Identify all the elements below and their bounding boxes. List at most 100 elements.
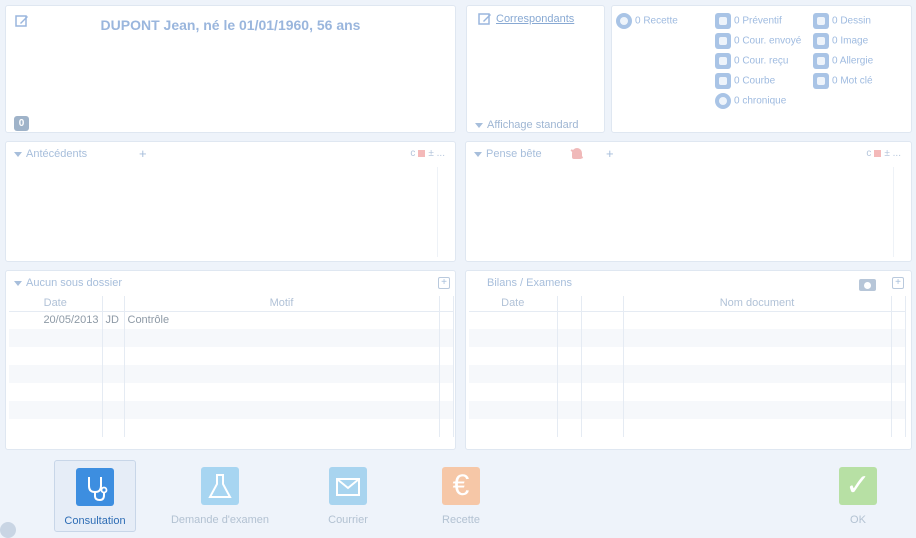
- sub-folder-selector[interactable]: Aucun sous dossier: [6, 271, 455, 295]
- red-flag-icon[interactable]: [418, 149, 426, 157]
- correspondants-panel: Correspondants Affichage standard: [466, 5, 605, 133]
- pense-bete-tools: c ± ...: [866, 148, 901, 159]
- correspondants-link[interactable]: Correspondants: [478, 13, 574, 25]
- count-recette-label: 0 Recette: [635, 15, 678, 27]
- column-header-date[interactable]: Date: [469, 296, 558, 312]
- count-recette[interactable]: 0 Recette: [616, 13, 678, 31]
- column-header-blank[interactable]: [557, 296, 582, 312]
- display-mode-selector[interactable]: Affichage standard: [475, 119, 579, 131]
- attachment-counter-badge[interactable]: 0: [14, 116, 29, 131]
- drawing-icon: [813, 13, 829, 29]
- consultation-button[interactable]: Consultation: [54, 460, 136, 532]
- cell-date: 20/05/2013: [9, 311, 103, 329]
- add-antecedent-button[interactable]: +: [139, 146, 147, 161]
- add-document-button[interactable]: +: [892, 277, 904, 289]
- recette-icon: [616, 13, 632, 29]
- count-chronique-label: 0 chronique: [734, 95, 787, 107]
- pense-bete-scrollbar[interactable]: [893, 167, 907, 257]
- demande-examen-label: Demande d'examen: [170, 514, 270, 526]
- count-courbe-label: 0 Courbe: [734, 75, 776, 87]
- cell-spacer: [439, 311, 454, 329]
- count-courbe[interactable]: 0 Courbe: [715, 73, 775, 91]
- column-header-date[interactable]: Date: [9, 296, 103, 312]
- bilans-panel: Bilans / Examens + Date Nom document: [465, 270, 912, 450]
- ok-button[interactable]: ✓ OK: [808, 460, 908, 532]
- collapse-c-button[interactable]: c: [410, 148, 415, 159]
- count-preventif-label: 0 Préventif: [734, 15, 782, 27]
- allergy-icon: [813, 53, 829, 69]
- count-mot-cle[interactable]: 0 Mot clé: [813, 73, 873, 91]
- mail-received-icon: [715, 53, 731, 69]
- count-image-label: 0 Image: [832, 35, 869, 47]
- table-row: [469, 347, 906, 365]
- count-chronique[interactable]: 0 chronique: [715, 93, 786, 111]
- add-consultation-button[interactable]: +: [438, 277, 450, 289]
- column-header-spacer: [439, 296, 454, 312]
- column-header-user[interactable]: [102, 296, 125, 312]
- table-header-row: Date Nom document: [469, 296, 906, 312]
- count-cour-recu-label: 0 Cour. reçu: [734, 55, 789, 67]
- red-flag-icon[interactable]: [874, 149, 882, 157]
- bilans-title: Bilans / Examens: [487, 277, 572, 289]
- antecedents-header[interactable]: Antécédents: [6, 142, 455, 166]
- table-row: [469, 401, 906, 419]
- table-row: [9, 347, 454, 365]
- count-cour-envoye[interactable]: 0 Cour. envoyé: [715, 33, 801, 51]
- checkmark-icon: ✓: [839, 467, 877, 505]
- key-icon: [813, 73, 829, 89]
- bilans-table: Date Nom document: [469, 296, 906, 437]
- more-tools-button[interactable]: ± ...: [428, 148, 445, 159]
- ok-label: OK: [850, 514, 866, 526]
- pill-icon: [715, 93, 731, 109]
- courrier-label: Courrier: [328, 514, 368, 526]
- count-cour-recu[interactable]: 0 Cour. reçu: [715, 53, 788, 71]
- chevron-down-icon: [475, 122, 483, 128]
- count-allergie[interactable]: 0 Allergie: [813, 53, 873, 71]
- app-logo-icon: [0, 522, 16, 538]
- collapse-c-button[interactable]: c: [866, 148, 871, 159]
- mail-icon: [329, 467, 367, 505]
- courrier-button[interactable]: Courrier: [298, 460, 398, 532]
- camera-icon[interactable]: [859, 279, 876, 291]
- column-header-motif[interactable]: Motif: [124, 296, 440, 312]
- antecedents-scrollbar[interactable]: [437, 167, 451, 257]
- stethoscope-icon: [76, 468, 114, 506]
- table-row: [9, 401, 454, 419]
- table-row: [9, 365, 454, 383]
- mail-sent-icon: [715, 33, 731, 49]
- bell-muted-icon[interactable]: [572, 148, 582, 159]
- sub-folder-label: Aucun sous dossier: [26, 277, 122, 289]
- demande-examen-button[interactable]: Demande d'examen: [170, 460, 270, 532]
- table-row: [469, 311, 906, 329]
- table-row: [469, 383, 906, 401]
- column-header-document-name[interactable]: Nom document: [623, 296, 892, 312]
- antecedents-title: Antécédents: [26, 148, 88, 160]
- column-header-blank[interactable]: [581, 296, 624, 312]
- chevron-down-icon: [14, 280, 22, 286]
- pense-bete-panel: Pense bête + c ± ...: [465, 141, 912, 262]
- count-preventif[interactable]: 0 Préventif: [715, 13, 782, 31]
- patient-header-panel: DUPONT Jean, né le 01/01/1960, 56 ans 0: [5, 5, 456, 133]
- pense-bete-title: Pense bête: [486, 148, 542, 160]
- table-row[interactable]: 20/05/2013 JD Contrôle: [9, 311, 454, 329]
- recette-button[interactable]: € Recette: [411, 460, 511, 532]
- count-image[interactable]: 0 Image: [813, 33, 868, 51]
- table-row: [9, 329, 454, 347]
- count-dessin[interactable]: 0 Dessin: [813, 13, 871, 31]
- add-pense-bete-button[interactable]: +: [606, 146, 614, 161]
- patient-title: DUPONT Jean, né le 01/01/1960, 56 ans: [100, 17, 361, 33]
- pense-bete-header[interactable]: Pense bête: [466, 142, 911, 166]
- column-header-spacer: [891, 296, 906, 312]
- cell-user: JD: [102, 311, 125, 329]
- consultations-panel: Aucun sous dossier + Date Motif 20/05/20…: [5, 270, 456, 450]
- consultation-label: Consultation: [64, 515, 126, 527]
- chevron-down-icon: [474, 151, 482, 157]
- more-tools-button[interactable]: ± ...: [884, 148, 901, 159]
- count-mot-cle-label: 0 Mot clé: [832, 75, 873, 87]
- edit-icon: [478, 13, 491, 25]
- table-row: [469, 329, 906, 347]
- antecedents-panel: Antécédents + c ± ...: [5, 141, 456, 262]
- cell-motif: Contrôle: [124, 311, 440, 329]
- table-row: [469, 365, 906, 383]
- consultations-table: Date Motif 20/05/2013 JD Contrôle: [9, 296, 454, 437]
